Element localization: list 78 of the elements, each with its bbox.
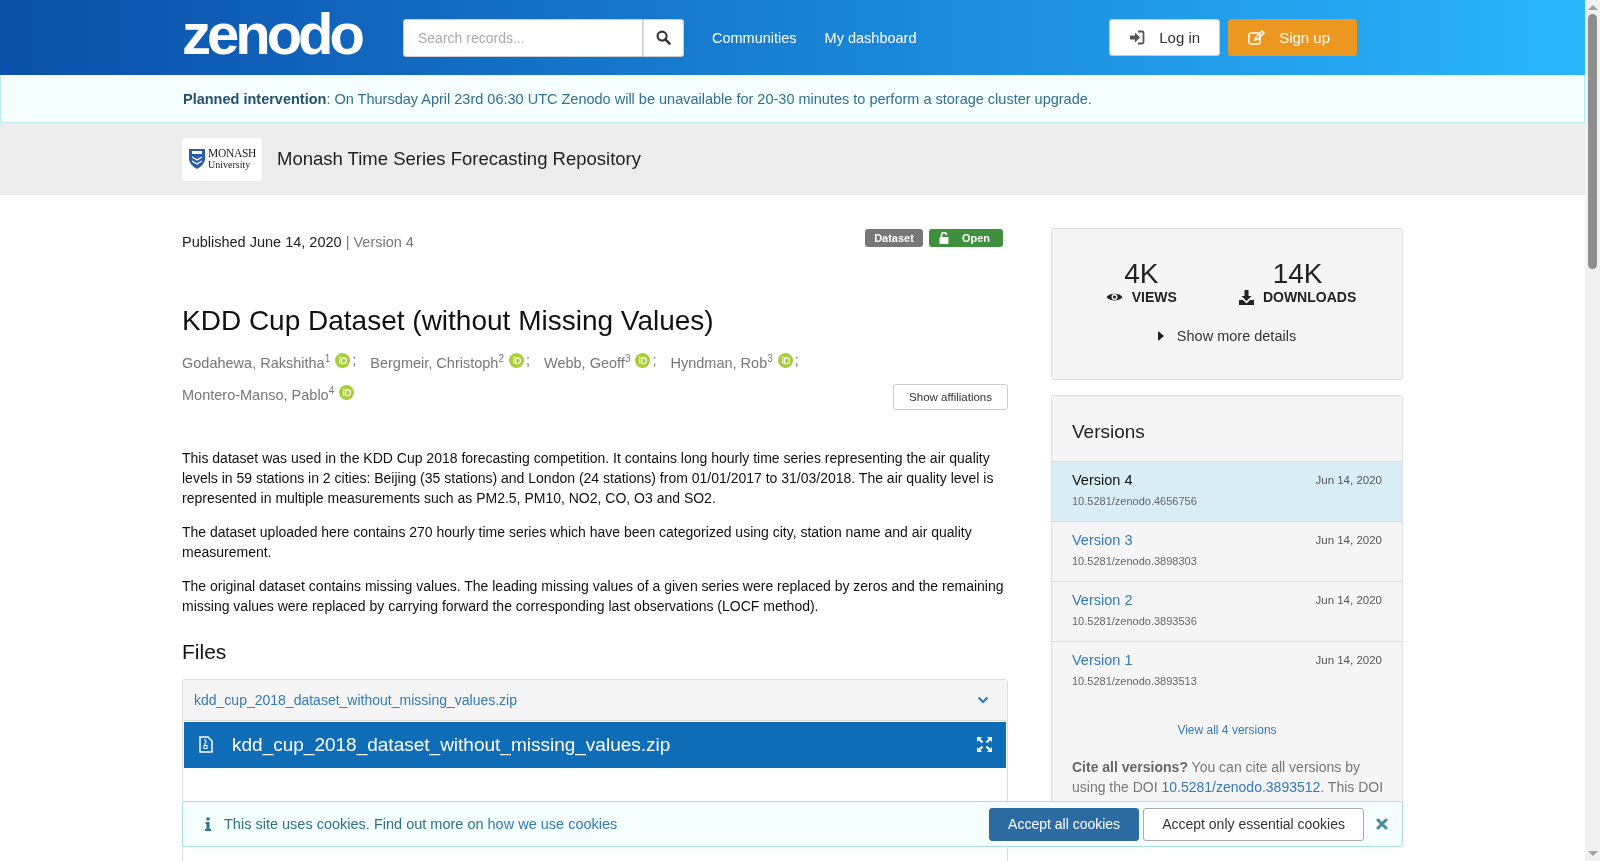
version-date: Jun 14, 2020 [1315, 474, 1382, 486]
files-heading: Files [182, 639, 228, 664]
info-icon [205, 817, 211, 831]
orcid-icon [339, 385, 355, 401]
version-label: Version 3 [1072, 532, 1133, 548]
stat-value: 4K [1124, 259, 1159, 289]
show-affiliations-button[interactable]: Show affiliations [893, 383, 1008, 410]
version-text: | Version 4 [344, 234, 414, 250]
show-more-details-link[interactable]: Show more details [1157, 328, 1297, 344]
access-badge: Open [928, 229, 1003, 247]
cookie-policy-link[interactable]: how we use cookies [487, 816, 618, 832]
author-name[interactable]: Godahewa, Rakshitha$^{1}$ [182, 349, 331, 373]
logo-text: University [207, 159, 252, 170]
version-doi: 10.5281/zenodo.3893536 [1072, 615, 1198, 627]
file-link[interactable]: kdd_cup_2018_dataset_without_missing_values.zip [194, 691, 517, 708]
publication-date: Published June 14, 2020 [182, 234, 342, 250]
version-date: Jun 14, 2020 [1315, 594, 1382, 606]
edit-icon [1248, 29, 1266, 46]
orcid-icon [335, 353, 351, 369]
orcid-icon [777, 353, 793, 369]
nav-link[interactable]: My dashboard [824, 29, 917, 46]
author-name[interactable]: Bergmeir, Christoph$^{2}$ [370, 349, 504, 373]
preview-title: kdd_cup_2018_dataset_without_missing_values.zip [232, 733, 672, 756]
version-row[interactable]: Version 2 Jun 14, 2020 10.5281/zenodo.3893536 [1052, 581, 1402, 641]
view-all-versions-link[interactable]: View all 4 versions [1052, 723, 1402, 737]
zip-file-icon [199, 736, 213, 754]
description-paragraph: The dataset uploaded here contains 270 hourly time series which have been categorized using city, station name and air quality measurement. [182, 522, 973, 562]
version-label: Version 4 [1072, 472, 1133, 488]
stat-value: 14K [1272, 259, 1323, 289]
expand-icon [976, 736, 993, 754]
stat-label: DOWNLOADS [1262, 289, 1357, 305]
close-icon [1376, 818, 1388, 830]
unlock-icon [938, 232, 950, 244]
separator-text: ; [352, 351, 357, 371]
version-date: Jun 14, 2020 [1315, 534, 1382, 546]
stat-label: VIEWS [1131, 289, 1177, 305]
author-name[interactable]: Hyndman, Rob$^{3}$ [670, 349, 773, 373]
version-doi: 10.5281/zenodo.3898303 [1072, 555, 1198, 567]
version-doi: 10.5281/zenodo.3893513 [1072, 675, 1198, 687]
version-label: Version 1 [1072, 652, 1133, 668]
author-name[interactable]: Webb, Geoff$^{3}$ [544, 349, 631, 373]
author-name[interactable]: Montero-Manso, Pablo$^{4}$ [182, 380, 335, 405]
eye-icon [1105, 291, 1123, 303]
accept-essential-button[interactable]: Accept only essential cookies [1143, 807, 1364, 841]
version-label: Version 2 [1072, 592, 1133, 608]
description-paragraph: The original dataset contains missing values. The leading missing values of a given series were replaced by zeros and the remaining missing values were replaced by carrying forward the corresponding last observations (LOCF method). [182, 576, 1005, 616]
type-badge: Dataset [865, 229, 923, 247]
versions-heading: Versions [1071, 420, 1146, 444]
shield-icon [187, 148, 206, 170]
caret-right-icon [1157, 331, 1164, 341]
version-row[interactable]: Version 1 Jun 14, 2020 10.5281/zenodo.3893513 [1052, 641, 1402, 701]
logo-text: MONASH [207, 148, 256, 160]
announcement-text: Planned intervention: On Thursday April 23rd 06:30 UTC Zenodo will be unavailable for 20-30 minutes to perform a storage cluster upgrade. [183, 90, 1093, 107]
separator-text: ; [525, 351, 530, 371]
version-doi: 10.5281/zenodo.4656756 [1072, 495, 1198, 507]
version-row[interactable]: Version 3 Jun 14, 2020 10.5281/zenodo.3898303 [1052, 521, 1402, 581]
record-title: KDD Cup Dataset (without Missing Values) [182, 305, 715, 337]
search-icon [656, 30, 671, 45]
nav-link[interactable]: Communities [712, 29, 797, 46]
scrollbar[interactable] [1585, 0, 1600, 861]
monash-logo[interactable]: MONASH University [182, 137, 262, 181]
separator-text: ; [652, 351, 657, 371]
search-field[interactable]: Search records... [403, 18, 643, 57]
separator-text: ; [794, 351, 799, 371]
chevron-down-icon [977, 695, 989, 704]
accept-all-button[interactable]: Accept all cookies [989, 807, 1140, 841]
sign-in-icon [1129, 30, 1146, 45]
zenodo-logo[interactable]: zenodo [182, 5, 367, 62]
cookie-text: This site uses cookies. Find out more on how we use cookies [224, 816, 618, 832]
login-button[interactable]: Log in [1109, 19, 1221, 56]
orcid-icon [635, 353, 651, 369]
search-button[interactable] [643, 18, 684, 57]
download-icon [1238, 289, 1254, 305]
description-paragraph: This dataset was used in the KDD Cup 2018 forecasting competition. It contains long hourly time series representing the air quality levels in 59 stations in 2 cities: Beijing (35 stations) and London (24 stations) from 01/01/2017 to 31/03/2018. The air quality level is represented in multiple measurements such as PM2.5, PM10, NO2, CO, O3 and SO2. [182, 448, 995, 508]
version-date: Jun 14, 2020 [1315, 654, 1382, 666]
version-row[interactable]: Version 4 Jun 14, 2020 10.5281/zenodo.4656756 [1052, 461, 1402, 521]
orcid-icon [508, 353, 524, 369]
community-title[interactable]: Monash Time Series Forecasting Repository [277, 148, 641, 170]
